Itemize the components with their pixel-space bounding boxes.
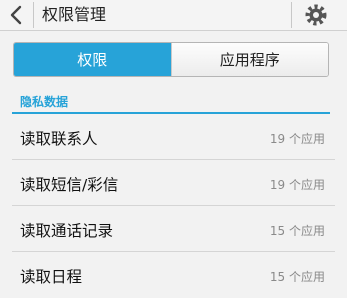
tab-apps[interactable]: 应用程序 xyxy=(170,43,328,76)
section-header: 隐私数据 xyxy=(20,95,69,109)
list-item-label: 读取通话记录 xyxy=(20,222,114,240)
app-count: 15 个应用 xyxy=(269,224,325,238)
divider xyxy=(291,2,292,28)
list-item-label: 读取日程 xyxy=(20,268,83,286)
app-count: 19 个应用 xyxy=(269,178,325,192)
divider xyxy=(33,2,34,28)
list-item-read-contacts[interactable]: 读取联系人 19 个应用 xyxy=(0,114,347,160)
permission-list: 读取联系人 19 个应用 读取短信/彩信 19 个应用 读取通话记录 15 个应… xyxy=(0,114,347,298)
back-button[interactable] xyxy=(2,0,32,30)
list-item-label: 读取短信/彩信 xyxy=(20,176,119,194)
page-title: 权限管理 xyxy=(42,5,107,24)
app-count: 19 个应用 xyxy=(269,132,325,146)
chevron-left-icon xyxy=(10,5,22,25)
settings-button[interactable] xyxy=(303,2,329,28)
tab-bar: 权限 应用程序 xyxy=(13,42,329,77)
tab-permissions[interactable]: 权限 xyxy=(14,43,171,76)
list-item-read-call-log[interactable]: 读取通话记录 15 个应用 xyxy=(0,206,347,252)
top-bar: 权限管理 xyxy=(0,0,347,31)
list-item-read-calendar[interactable]: 读取日程 15 个应用 xyxy=(0,252,347,298)
list-item-read-sms[interactable]: 读取短信/彩信 19 个应用 xyxy=(0,160,347,206)
list-item-label: 读取联系人 xyxy=(20,130,98,148)
app-count: 15 个应用 xyxy=(269,270,325,284)
gear-icon xyxy=(305,4,327,26)
